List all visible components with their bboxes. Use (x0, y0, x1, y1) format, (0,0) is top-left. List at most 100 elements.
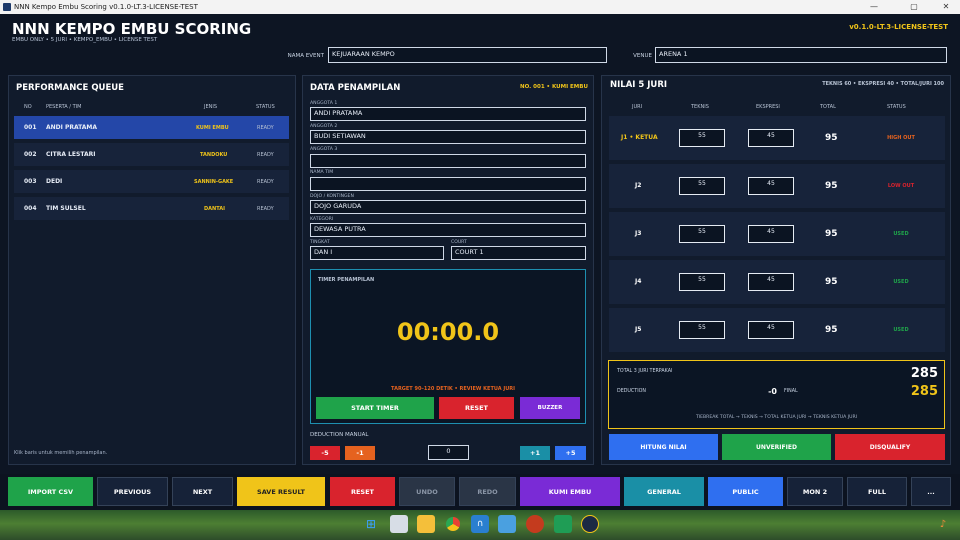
teknis-input[interactable]: 55 (679, 129, 725, 147)
maximize-icon[interactable]: ▢ (902, 0, 926, 14)
tim-input[interactable] (310, 177, 586, 191)
queue-hint: Klik baris untuk memilih penampilan. (14, 450, 108, 456)
monitor-button[interactable]: MON 2 (787, 477, 843, 506)
juri-total: 95 (825, 277, 838, 287)
col-peserta: PESERTA / TIM (46, 104, 82, 110)
teknis-input[interactable]: 55 (679, 177, 725, 195)
tingkat-input[interactable]: DAN I (310, 246, 444, 260)
venue-input[interactable]: ARENA 1 (655, 47, 947, 63)
sheet-icon[interactable] (554, 515, 572, 533)
teknis-input[interactable]: 55 (679, 321, 725, 339)
windows-icon[interactable]: ⊞ (362, 515, 380, 533)
deduction-minus1-button[interactable]: -1 (345, 446, 375, 460)
ekspresi-input[interactable]: 45 (748, 129, 794, 147)
photos-icon[interactable] (498, 515, 516, 533)
files-icon[interactable] (390, 515, 408, 533)
general-button[interactable]: GENERAL (624, 477, 704, 506)
deduction-input[interactable]: 0 (428, 445, 469, 460)
anggota1-input[interactable]: ANDI PRATAMA (310, 107, 586, 121)
juri-status: USED (893, 327, 909, 333)
court-input[interactable]: COURT 1 (451, 246, 586, 260)
deduction-plus1-button[interactable]: +1 (520, 446, 550, 460)
teknis-input[interactable]: 55 (679, 273, 725, 291)
previous-button[interactable]: PREVIOUS (97, 477, 168, 506)
final-value: 285 (910, 384, 938, 399)
more-button[interactable]: ... (911, 477, 951, 506)
reset-button[interactable]: RESET (330, 477, 395, 506)
deduction-minus5-button[interactable]: -5 (310, 446, 340, 460)
import-csv-button[interactable]: IMPORT CSV (8, 477, 93, 506)
juri-row-1: J1 • KETUA 55 45 95 HIGH OUT (609, 116, 945, 160)
venue-label: VENUE (633, 53, 652, 59)
total-label: TOTAL 3 JURI TERPAKAI (617, 369, 673, 374)
juri-status: USED (893, 279, 909, 285)
undo-button[interactable]: UNDO (399, 477, 455, 506)
queue-row[interactable]: 003 DEDI SANNIN-GAKE READY (14, 170, 289, 193)
juri-row-5: J5 55 45 95 USED (609, 308, 945, 352)
minimize-icon[interactable]: — (862, 0, 886, 14)
anggota2-label: ANGGOTA 2 (310, 124, 338, 129)
ekspresi-input[interactable]: 45 (748, 273, 794, 291)
anggota2-input[interactable]: BUDI SETIAWAN (310, 130, 586, 144)
ekspresi-input[interactable]: 45 (748, 177, 794, 195)
kategori-input[interactable]: DEWASA PUTRA (310, 223, 586, 237)
final-label: FINAL (784, 389, 798, 394)
timer-title: TIMER PENAMPILAN (318, 277, 375, 283)
row-name: DEDI (46, 178, 63, 185)
row-name: CITRA LESTARI (46, 151, 96, 158)
buzzer-button[interactable]: BUZZER (520, 397, 580, 419)
save-result-button[interactable]: SAVE RESULT (237, 477, 325, 506)
game-icon[interactable] (526, 515, 544, 533)
timer-display: 00:00.0 (396, 318, 500, 346)
folder-icon[interactable] (417, 515, 435, 533)
anggota3-input[interactable] (310, 154, 586, 168)
deduction-plus5-button[interactable]: +5 (555, 446, 586, 460)
juri-total: 95 (825, 181, 838, 191)
unverified-button[interactable]: UNVERIFIED (722, 434, 831, 460)
disqualify-button[interactable]: DISQUALIFY (835, 434, 945, 460)
queue-title: PERFORMANCE QUEUE (16, 83, 124, 93)
redo-button[interactable]: REDO (459, 477, 516, 506)
start-timer-button[interactable]: START TIMER (316, 397, 434, 419)
juri-total: 95 (825, 229, 838, 239)
dojo-input[interactable]: DOJO GARUDA (310, 200, 586, 214)
timer-reset-button[interactable]: RESET (439, 397, 514, 419)
row-no: 003 (24, 178, 37, 185)
kempo-icon[interactable] (581, 515, 599, 533)
app-subtitle: EMBU ONLY • 5 JURI • KEMPO_EMBU • LICENS… (12, 37, 158, 43)
row-name: TIM SULSEL (46, 205, 86, 212)
bell-icon[interactable]: ♪ (934, 515, 952, 533)
queue-row[interactable]: 004 TIM SULSEL DANTAI READY (14, 197, 289, 220)
queue-row[interactable]: 002 CITRA LESTARI TANDOKU READY (14, 143, 289, 166)
ekspresi-input[interactable]: 45 (748, 225, 794, 243)
window-titlebar: NNN Kempo Embu Scoring v0.1.0-LT.3-LICEN… (0, 0, 960, 14)
app-icon[interactable]: ∩ (471, 515, 489, 533)
deduction-value: -0 (768, 387, 777, 396)
close-icon[interactable]: ✕ (934, 0, 958, 14)
next-button[interactable]: NEXT (172, 477, 233, 506)
public-button[interactable]: PUBLIC (708, 477, 783, 506)
event-name-input[interactable]: KEJUARAAN KEMPO (328, 47, 607, 63)
row-no: 001 (24, 124, 37, 131)
juri-name: J3 (635, 230, 642, 237)
queue-row[interactable]: 001 ANDI PRATAMA KUMI EMBU READY (14, 116, 289, 139)
app-icon (3, 3, 11, 11)
teknis-input[interactable]: 55 (679, 225, 725, 243)
juri-total: 95 (825, 133, 838, 143)
row-status: READY (257, 124, 274, 131)
timer-target: TARGET 90–120 DETIK • REVIEW KETUA JURI (391, 386, 515, 392)
row-status: READY (257, 178, 274, 185)
juri-status: HIGH OUT (887, 135, 915, 141)
mode-kumi-embu-button[interactable]: KUMI EMBU (520, 477, 620, 506)
hitung-nilai-button[interactable]: HITUNG NILAI (609, 434, 718, 460)
chrome-icon[interactable] (444, 515, 462, 533)
col-jenis: JENIS (204, 104, 218, 110)
ekspresi-input[interactable]: 45 (748, 321, 794, 339)
juri-row-3: J3 55 45 95 USED (609, 212, 945, 256)
row-jenis: TANDOKU (200, 151, 228, 158)
juri-status: LOW OUT (887, 183, 915, 189)
juri-row-4: J4 55 45 95 USED (609, 260, 945, 304)
fullscreen-button[interactable]: FULL (847, 477, 907, 506)
col-ekspresi: EKSPRESI (756, 104, 780, 110)
col-status: STATUS (887, 104, 906, 110)
